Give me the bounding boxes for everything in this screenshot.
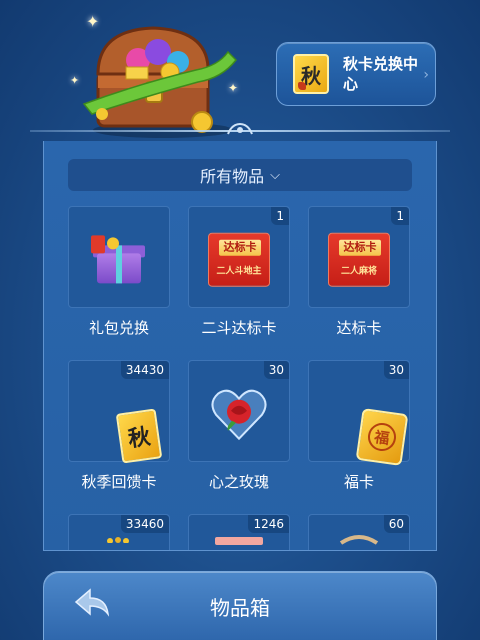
partial-item-icon	[339, 535, 379, 545]
item-slot[interactable]: 1 达标卡 二人麻将	[308, 206, 410, 308]
item-count-badge: 1	[391, 207, 409, 225]
envelope-tag: 达标卡	[219, 239, 261, 256]
item-slot[interactable]: 1 达标卡 二人斗地主	[188, 206, 290, 308]
autumn-card-icon: 秋	[293, 54, 329, 94]
item-slot[interactable]: 34430 秋	[68, 360, 170, 464]
item-slot[interactable]	[68, 206, 170, 308]
item-cell[interactable]: 1 达标卡 二人斗地主 二斗达标卡	[188, 206, 290, 338]
item-slot[interactable]: 33460	[68, 514, 170, 550]
item-name: 心之玫瑰	[208, 473, 269, 491]
fortune-card-icon: 福	[355, 408, 409, 466]
item-count-badge: 34430	[120, 361, 169, 379]
page-title: 物品箱	[210, 596, 270, 620]
item-cell[interactable]: 33460	[68, 514, 170, 550]
envelope-subtitle: 二人斗地主	[216, 266, 262, 277]
items-panel: 所有物品 ⌵ 礼包兑换 1 达标卡 二人斗地主 二斗达标卡 1 达标卡 二人麻将…	[43, 141, 437, 551]
partial-item-icon	[107, 537, 129, 543]
item-name: 秋季回馈卡	[81, 473, 157, 491]
item-filter-dropdown[interactable]: 所有物品 ⌵	[68, 159, 412, 191]
autumn-card-exchange-button[interactable]: 秋 秋卡兑换中心 ›	[276, 42, 436, 106]
item-name: 二斗达标卡	[201, 319, 277, 337]
item-count-badge: 60	[383, 515, 409, 533]
item-name: 礼包兑换	[88, 319, 149, 337]
red-envelope-icon: 达标卡 二人斗地主	[208, 232, 270, 287]
item-count-badge: 30	[263, 361, 289, 379]
maple-leaf-icon	[298, 82, 306, 90]
treasure-chest-icon	[82, 26, 237, 138]
item-name: 达标卡	[336, 319, 382, 337]
chevron-down-icon: ⌵	[270, 167, 280, 183]
ornament-icon	[227, 122, 253, 135]
item-slot[interactable]: 30 福	[308, 360, 410, 466]
item-cell[interactable]: 1246	[188, 514, 290, 550]
autumn-card-icon: 秋	[115, 408, 163, 464]
item-cell[interactable]: 30 福 福卡	[308, 360, 410, 492]
envelope-subtitle: 二人麻将	[340, 266, 377, 277]
autumn-card-glyph: 秋	[126, 424, 152, 453]
item-count-badge: 30	[383, 361, 409, 379]
item-count-badge: 1	[271, 207, 289, 225]
item-cell[interactable]: 30 心之玫瑰	[188, 360, 290, 492]
bottom-bar: 物品箱	[43, 571, 437, 640]
item-name: 福卡	[343, 473, 374, 491]
item-cell[interactable]: 60	[308, 514, 410, 550]
item-cell[interactable]: 礼包兑换	[68, 206, 170, 338]
top-area: ✦ ✦ ✦ 秋 秋卡兑换中心 ›	[0, 0, 480, 140]
chevron-right-icon: ›	[423, 67, 429, 83]
fortune-seal: 福	[366, 421, 398, 453]
partial-item-icon	[215, 537, 263, 545]
item-cell[interactable]: 1 达标卡 二人麻将 达标卡	[308, 206, 410, 338]
item-slot[interactable]: 60	[308, 514, 410, 550]
exchange-center-label: 秋卡兑换中心	[343, 55, 419, 93]
item-count-badge: 1246	[248, 515, 289, 533]
rose-heart-icon	[211, 389, 267, 441]
item-slot[interactable]: 1246	[188, 514, 290, 550]
filter-label: 所有物品	[200, 167, 265, 186]
item-slot[interactable]: 30	[188, 360, 290, 462]
red-envelope-icon: 达标卡 二人麻将	[328, 232, 390, 287]
item-cell[interactable]: 34430 秋 秋季回馈卡	[68, 360, 170, 492]
gift-box-icon	[91, 235, 147, 284]
envelope-tag: 达标卡	[339, 239, 381, 256]
